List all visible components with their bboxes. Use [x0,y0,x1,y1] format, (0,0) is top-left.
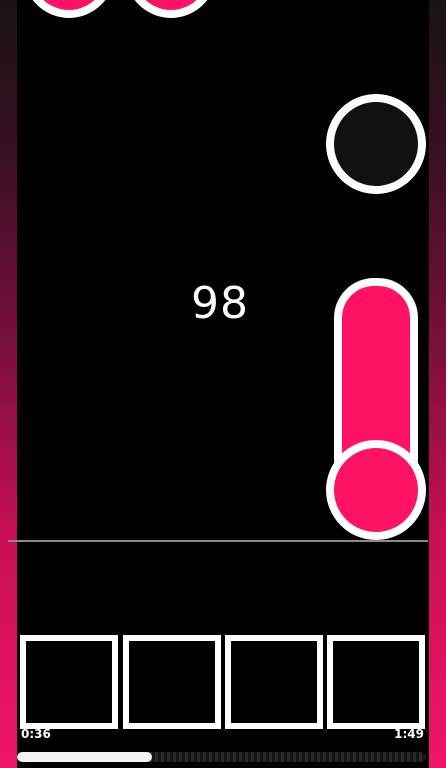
lane-key-4[interactable] [327,635,425,729]
combo-score: 98 [191,278,249,329]
lane-key-1[interactable] [20,635,118,729]
judgment-line [8,540,428,542]
lane-key-2[interactable] [123,635,221,729]
song-progress-fill [17,752,152,762]
total-duration: 1:49 [394,727,424,741]
hold-note-head[interactable] [326,440,426,540]
right-side-glow [429,0,446,768]
tap-note-lane4-dark[interactable] [326,94,426,194]
elapsed-time: 0:36 [21,727,51,741]
lane-key-3[interactable] [225,635,323,729]
song-progress-bar[interactable] [17,752,426,762]
left-side-glow [0,0,17,768]
game-screen: 98 0:36 1:49 [0,0,446,768]
